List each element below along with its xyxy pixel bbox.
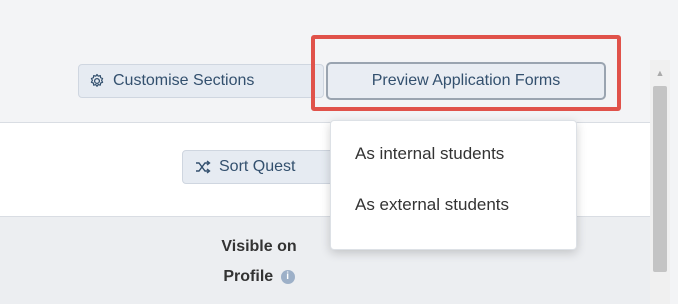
customise-sections-label: Customise Sections xyxy=(113,72,255,89)
menu-item-external-students[interactable]: As external students xyxy=(331,192,576,218)
sort-questions-button[interactable]: Sort Quest xyxy=(182,150,342,184)
preview-application-forms-label: Preview Application Forms xyxy=(371,72,561,89)
info-icon[interactable]: i xyxy=(280,269,295,284)
customise-sections-button[interactable]: Customise Sections xyxy=(78,64,324,98)
profile-label: Profile xyxy=(223,268,274,285)
app-frame: Customise Sections Preview Application F… xyxy=(0,0,678,304)
scroll-up-icon[interactable]: ▲ xyxy=(650,66,670,80)
scrollbar-thumb[interactable] xyxy=(653,86,667,272)
gear-icon xyxy=(89,73,105,89)
toolbar-area xyxy=(0,0,650,122)
vertical-scrollbar[interactable]: ▲ xyxy=(650,60,670,304)
visible-on-label: Visible on xyxy=(221,238,297,255)
column-header-visible-on-profile: Visible on Profile i xyxy=(194,232,324,292)
preview-application-forms-button[interactable]: Preview Application Forms xyxy=(326,62,606,100)
menu-item-internal-students[interactable]: As internal students xyxy=(331,141,576,167)
preview-dropdown-menu: As internal students As external student… xyxy=(330,120,577,250)
sort-questions-label: Sort Quest xyxy=(219,158,296,175)
shuffle-icon xyxy=(195,160,211,174)
